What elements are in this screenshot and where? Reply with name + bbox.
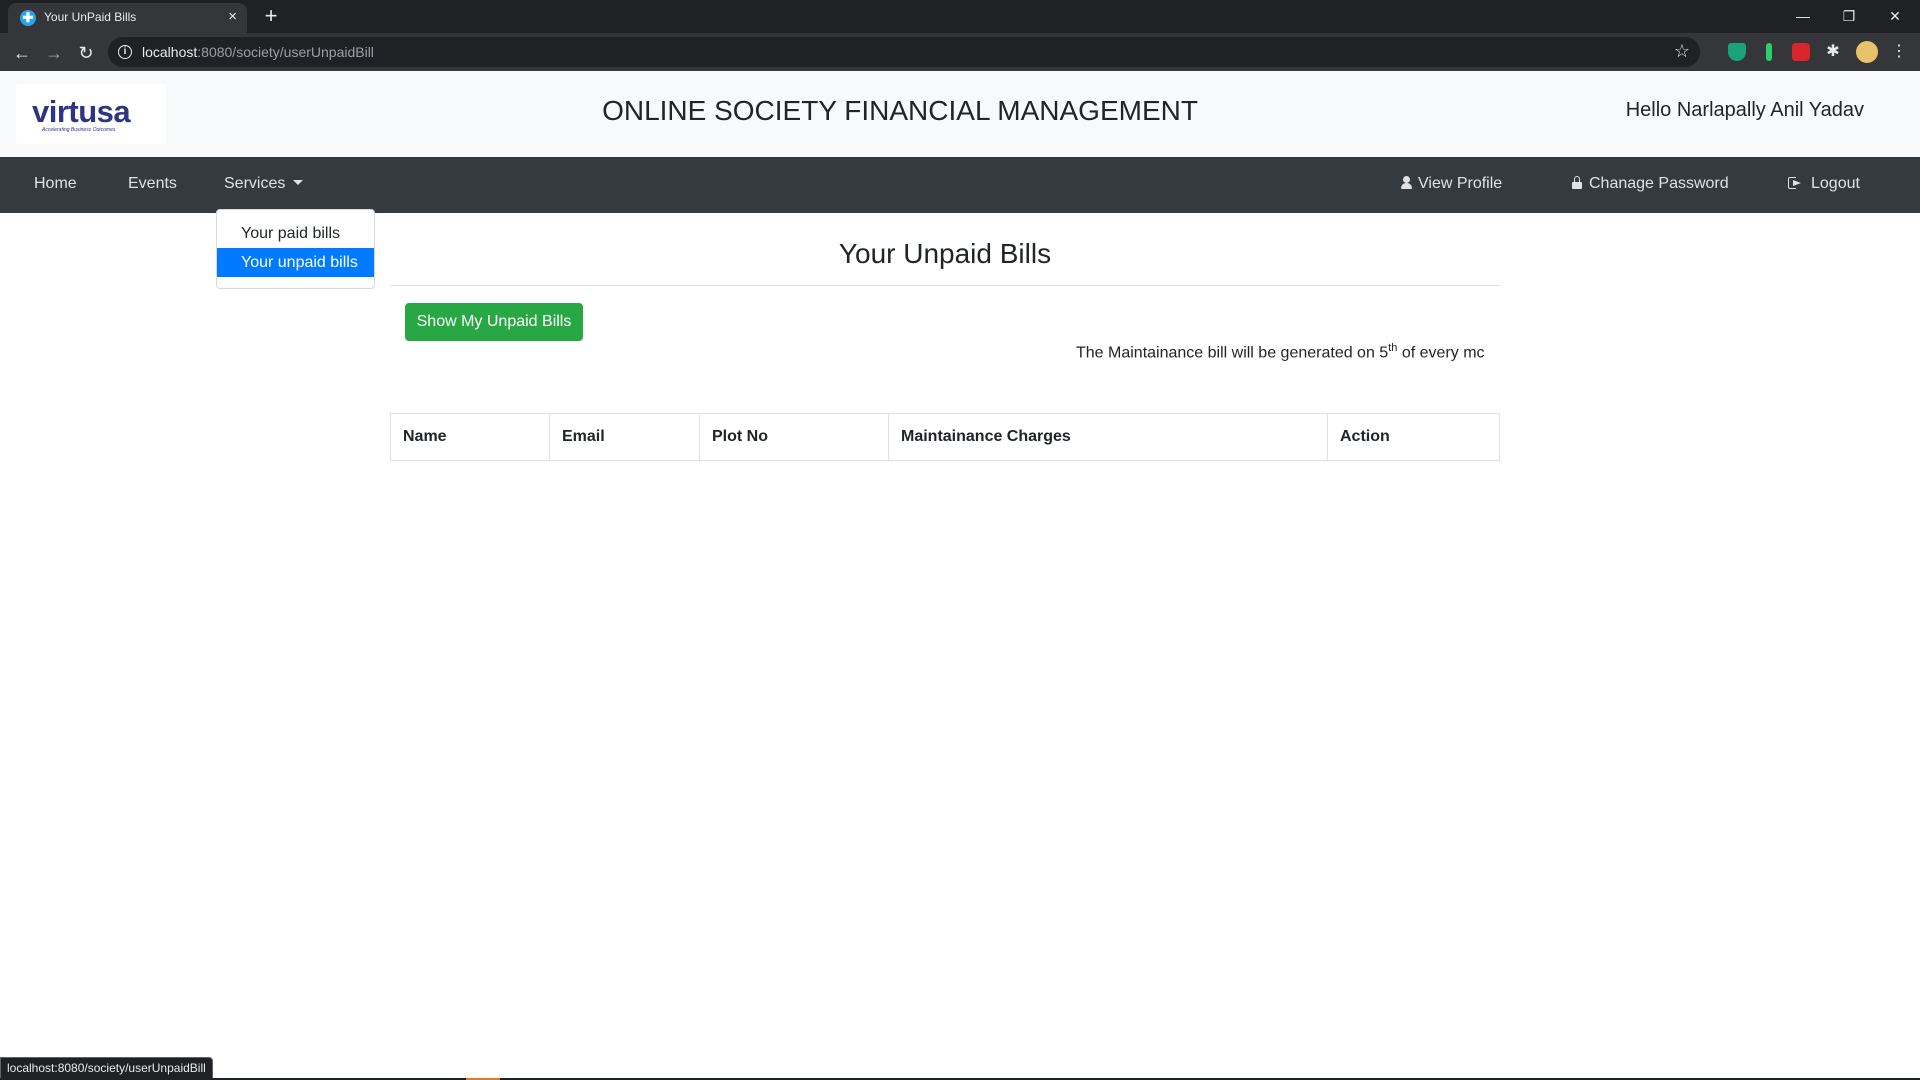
column-header-action: Action <box>1327 413 1500 461</box>
reload-icon[interactable]: ↻ <box>72 39 100 67</box>
nav-services-dropdown[interactable]: Services <box>224 175 304 193</box>
address-bar[interactable]: i localhost:8080/society/userUnpaidBill … <box>108 37 1700 67</box>
close-window-icon[interactable]: ✕ <box>1872 2 1918 30</box>
media-extension-icon[interactable] <box>1792 43 1810 61</box>
nav-view-profile[interactable]: View Profile <box>1401 175 1502 193</box>
tab-bar: ✚ Your UnPaid Bills × + — ❐ ✕ <box>0 0 1920 33</box>
nav-view-profile-label: View Profile <box>1418 175 1503 192</box>
nav-events[interactable]: Events <box>128 175 177 193</box>
site-title: ONLINE SOCIETY FINANCIAL MANAGEMENT <box>602 95 1198 126</box>
back-icon[interactable]: ← <box>8 39 36 67</box>
tab-close-icon[interactable]: × <box>228 8 237 26</box>
logo-tagline: Accelerating Business Outcomes <box>42 127 116 133</box>
tab-title: Your UnPaid Bills <box>44 10 137 24</box>
page-title: Your Unpaid Bills <box>838 238 1052 269</box>
browser-tab[interactable]: ✚ Your UnPaid Bills × <box>8 3 247 33</box>
column-header-plot-no: Plot No <box>699 413 889 461</box>
bookmark-star-icon[interactable]: ☆ <box>1674 41 1690 62</box>
extensions-puzzle-icon[interactable]: ✱ <box>1824 43 1842 61</box>
site-favicon-icon: ✚ <box>20 10 36 26</box>
profile-avatar[interactable] <box>1856 41 1878 63</box>
nav-services-label: Services <box>224 175 286 192</box>
forward-icon[interactable]: → <box>40 39 68 67</box>
browser-menu-icon[interactable]: ⋮ <box>1890 43 1908 61</box>
nav-change-password-label: Chanage Password <box>1589 175 1729 192</box>
caret-down-icon <box>293 180 304 185</box>
minimize-icon[interactable]: — <box>1780 2 1826 30</box>
billing-notice-marquee: The Maintainance bill will be generated … <box>1000 340 1486 366</box>
key-extension-icon[interactable] <box>1766 43 1772 61</box>
browser-window: ✚ Your UnPaid Bills × + — ❐ ✕ ← → ↻ i lo… <box>0 0 1920 1080</box>
nav-logout[interactable]: Logout <box>1788 175 1860 193</box>
user-icon <box>1401 176 1412 189</box>
services-dropdown-menu: Your paid bills Your unpaid bills <box>216 209 375 289</box>
url-text: localhost:8080/society/userUnpaidBill <box>142 44 374 60</box>
link-status-bubble: localhost:8080/society/userUnpaidBill <box>0 1057 213 1080</box>
lock-icon <box>1572 176 1582 189</box>
site-header: virtusa Accelerating Business Outcomes O… <box>0 71 1920 157</box>
logout-icon <box>1788 177 1802 189</box>
dropdown-item-unpaid-bills[interactable]: Your unpaid bills <box>217 248 374 277</box>
user-greeting: Hello Narlapally Anil Yadav <box>1625 99 1864 121</box>
site-info-icon[interactable]: i <box>118 45 132 59</box>
table-header-row: Name Email Plot No Maintainance Charges … <box>390 413 1500 461</box>
shield-extension-icon[interactable] <box>1728 43 1746 61</box>
main-navbar: Home Events Services View Profile Chanag… <box>0 157 1920 213</box>
column-header-email: Email <box>549 413 700 461</box>
heading-divider <box>390 285 1500 286</box>
restore-icon[interactable]: ❐ <box>1826 2 1872 30</box>
billing-notice-text: The Maintainance bill will be generated … <box>1076 342 1485 362</box>
column-header-maintainance-charges: Maintainance Charges <box>888 413 1328 461</box>
nav-home[interactable]: Home <box>34 175 77 193</box>
nav-change-password[interactable]: Chanage Password <box>1572 175 1729 193</box>
dropdown-item-paid-bills[interactable]: Your paid bills <box>217 219 374 248</box>
new-tab-button[interactable]: + <box>259 3 283 29</box>
browser-toolbar: ← → ↻ i localhost:8080/society/userUnpai… <box>0 33 1920 71</box>
column-header-name: Name <box>390 413 550 461</box>
show-unpaid-bills-button[interactable]: Show My Unpaid Bills <box>405 303 583 341</box>
nav-logout-label: Logout <box>1811 175 1860 192</box>
unpaid-bills-table: Name Email Plot No Maintainance Charges … <box>390 413 1500 461</box>
